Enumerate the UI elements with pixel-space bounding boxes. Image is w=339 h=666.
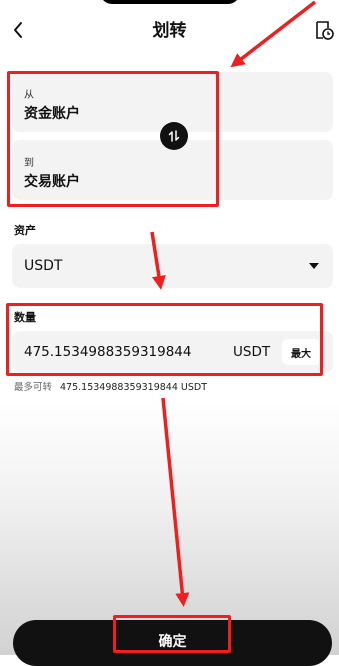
dropdown-caret-icon (309, 263, 319, 269)
asset-label: 资产 (14, 224, 36, 237)
history-icon (316, 21, 334, 40)
available-label: 最多可转 (14, 382, 53, 393)
camera-notch (100, 0, 240, 4)
available-amount: 最多可转 475.1534988359319844 USDT (14, 379, 207, 393)
available-value: 475.1534988359319844 USDT (60, 382, 207, 393)
annotation-box-confirm (113, 615, 231, 653)
page-title: 划转 (152, 21, 187, 41)
asset-selected-value: USDT (24, 258, 63, 274)
history-button[interactable] (313, 19, 335, 41)
annotation-box-accounts (7, 71, 219, 207)
asset-select[interactable]: USDT (12, 244, 333, 288)
annotation-box-quantity (6, 303, 323, 376)
